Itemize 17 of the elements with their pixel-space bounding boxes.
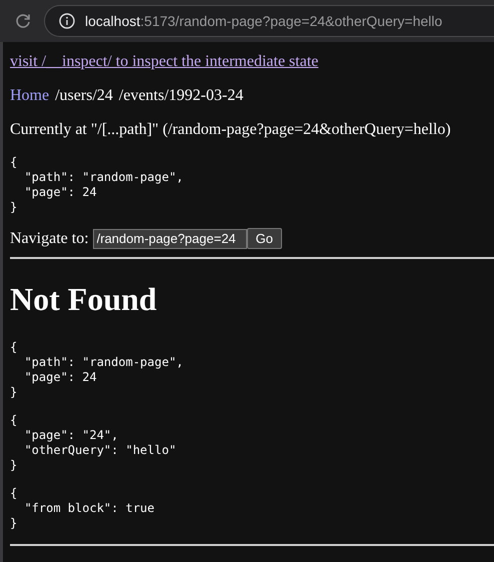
current-route-text: Currently at "/[...path]" (/random-page?page=24&otherQuery=hello)	[10, 121, 452, 139]
breadcrumb-text: /events/1992-03-24	[118, 87, 244, 105]
reload-icon[interactable]	[14, 12, 32, 30]
go-button[interactable]: Go	[246, 228, 282, 249]
breadcrumb-text: /users/24	[55, 87, 113, 105]
address-bar[interactable]: localhost:5173/random-page?page=24&otherQuery=hello	[44, 5, 494, 37]
info-icon[interactable]	[59, 13, 75, 29]
json-text: { "from block": true }	[10, 486, 154, 531]
json-text: { "page": "24", "otherQuery": "hello" }	[10, 413, 176, 473]
params-json: { "path": "random-page", "page": 24 }	[10, 155, 184, 215]
navigate-label: Navigate to:	[10, 230, 89, 248]
breadcrumb-link[interactable]: Home	[10, 87, 50, 105]
json-text: { "path": "random-page", "page": 24 }	[10, 340, 184, 400]
page-heading: Not Found	[10, 281, 158, 318]
url-input[interactable]: /random-page?page=24	[92, 228, 247, 248]
address-text: localhost:5173/random-page?page=24&otherQuery=hello	[85, 13, 442, 29]
inspect-link[interactable]: visit /__inspect/ to inspect the intermediate state	[10, 53, 318, 70]
